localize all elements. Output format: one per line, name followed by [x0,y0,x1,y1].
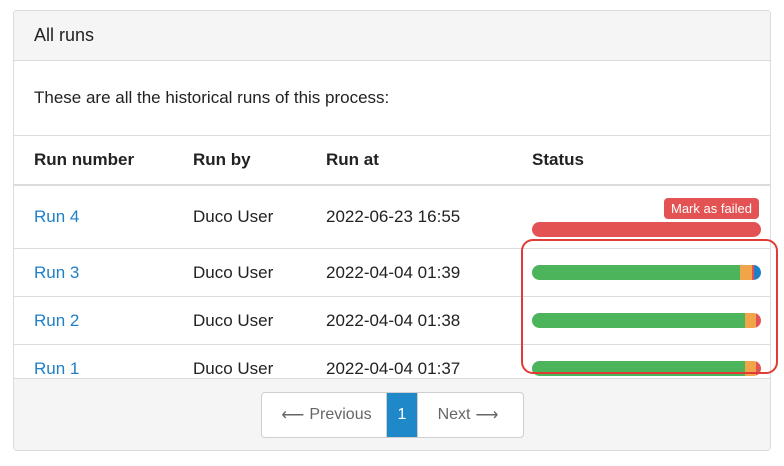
status-segment [744,313,757,328]
status-cell [532,248,770,297]
mark-as-failed-button[interactable]: Mark as failed [664,198,759,219]
status-segment [740,265,752,280]
arrow-left-icon: ⟵ [281,407,305,424]
status-segment [756,361,761,376]
intro-text: These are all the historical runs of thi… [14,61,770,136]
run-2-link[interactable]: Run 2 [34,311,79,330]
status-segment [744,361,757,376]
status-segment [532,313,745,328]
status-cell: Mark as failed [532,185,770,249]
table-row: Run 3 Duco User 2022-04-04 01:39 [14,248,770,297]
run-at-cell: 2022-04-04 01:38 [326,296,532,345]
run-at-cell: 2022-06-23 16:55 [326,185,532,249]
column-header-status: Status [532,136,770,186]
next-page-button[interactable]: Next ⟶ [417,393,523,437]
column-header-run-by: Run by [193,136,326,186]
previous-label: Previous [309,406,372,423]
run-3-link[interactable]: Run 3 [34,263,79,282]
run-1-status-bar [532,361,761,376]
run-at-cell: 2022-04-04 01:39 [326,248,532,297]
table-row: Run 4 Duco User 2022-06-23 16:55 Mark as… [14,185,770,249]
run-by-cell: Duco User [193,296,326,345]
status-cell [532,296,770,345]
next-label: Next [437,406,471,423]
run-4-link[interactable]: Run 4 [34,207,79,226]
run-3-status-bar [532,265,761,280]
status-segment [532,361,745,376]
all-runs-panel: All runs These are all the historical ru… [13,10,771,451]
panel-footer: ⟵ Previous 1 Next ⟶ [14,378,770,450]
status-segment [532,265,741,280]
previous-page-button[interactable]: ⟵ Previous [262,393,387,437]
panel-title: All runs [34,25,95,45]
runs-table: Run number Run by Run at Status Run 4 Du… [14,136,770,393]
pagination: ⟵ Previous 1 Next ⟶ [261,392,524,438]
run-1-link[interactable]: Run 1 [34,359,79,378]
page-1-button[interactable]: 1 [387,393,417,437]
column-header-run-number: Run number [14,136,193,186]
status-segment [754,265,761,280]
table-row: Run 2 Duco User 2022-04-04 01:38 [14,296,770,345]
run-2-status-bar [532,313,761,328]
run-by-cell: Duco User [193,185,326,249]
panel-heading: All runs [14,11,770,61]
run-4-status-bar [532,222,761,237]
status-segment [756,313,761,328]
column-header-run-at: Run at [326,136,532,186]
run-by-cell: Duco User [193,248,326,297]
arrow-right-icon: ⟶ [475,407,499,424]
table-header-row: Run number Run by Run at Status [14,136,770,186]
status-segment [532,222,761,237]
